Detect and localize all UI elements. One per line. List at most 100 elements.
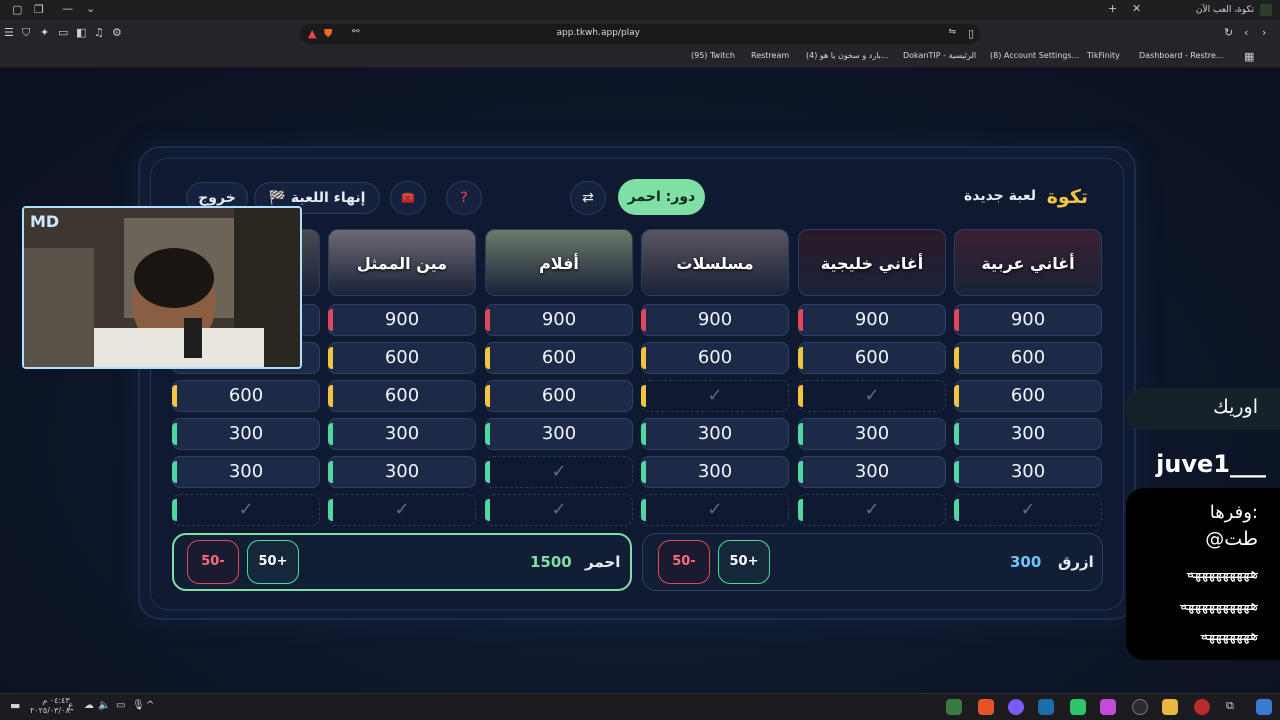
shield-icon[interactable]: ⛉ [22, 27, 30, 38]
swap-icon: ⇄ [582, 190, 594, 206]
question-tile[interactable]: 600 [328, 342, 476, 374]
question-icon: ? [460, 190, 468, 206]
question-tile[interactable]: 300 [641, 418, 789, 450]
apps-grid-icon[interactable]: ▦ [1244, 51, 1254, 62]
question-tile[interactable]: 900 [328, 304, 476, 336]
help-button[interactable]: ? [446, 181, 482, 215]
chat-message: اوريك [1213, 396, 1258, 418]
category-gulf-songs[interactable]: أغاني خليجية [798, 229, 946, 296]
chevron-down-icon[interactable]: ⌄ [86, 3, 95, 14]
question-tile[interactable]: 300 [328, 456, 476, 488]
menu-icon[interactable]: ☰ [4, 27, 14, 38]
tile-answered: ✓ [641, 494, 789, 526]
brave-shield-icon[interactable]: ⛊ [324, 28, 332, 39]
bookmark-youtube[interactable]: (4) بارد و سخون یا هو... [806, 51, 889, 60]
question-tile[interactable]: 600 [485, 342, 633, 374]
volume-icon[interactable]: 🔈 [98, 700, 110, 711]
question-tile[interactable]: 300 [798, 456, 946, 488]
tune-icon[interactable]: ⇋ [948, 28, 956, 37]
question-tile[interactable]: 900 [798, 304, 946, 336]
question-tile[interactable]: 300 [798, 418, 946, 450]
app-icon[interactable] [946, 699, 962, 715]
reload-icon[interactable]: ↻ [1224, 27, 1233, 38]
tile-answered: ✓ [798, 380, 946, 412]
question-tile[interactable]: 300 [328, 418, 476, 450]
chat-bubble: وفرها: @طت هههههههههه ههههههههههه هههههه… [1126, 488, 1280, 660]
bookmark-twitch[interactable]: (95) Twitch [691, 51, 735, 60]
site-info-icon[interactable]: ⚯ [352, 28, 360, 37]
category-arabic-songs[interactable]: أغاني عربية [954, 229, 1102, 296]
tile-answered: ✓ [485, 494, 633, 526]
minimize-icon[interactable]: — [62, 3, 73, 14]
steam-icon[interactable] [1038, 699, 1054, 715]
network-icon[interactable]: ☁ [84, 700, 94, 711]
close-tab-icon[interactable]: ✕ [1132, 3, 1141, 14]
team-red-plus-button[interactable]: 50+ [247, 540, 299, 584]
language-indicator[interactable]: ع [68, 701, 73, 711]
question-tile[interactable]: 600 [954, 342, 1102, 374]
question-tile[interactable]: 900 [954, 304, 1102, 336]
bookmark-account-settings[interactable]: (8) Account Settings... [990, 51, 1079, 60]
app-icon[interactable] [1194, 699, 1210, 715]
bookmark-restream[interactable]: Restream [751, 51, 789, 60]
bookmark-tikfinity[interactable]: TikFinity [1087, 51, 1120, 60]
start-icon[interactable] [1256, 699, 1272, 715]
app-icon[interactable] [1008, 699, 1024, 715]
webcam-scene [24, 208, 300, 367]
new-tab-icon[interactable]: + [1108, 3, 1117, 14]
clock[interactable]: ٠٤:٤٣ م ٢٠٢٥/٠٣/٠٨ [30, 696, 70, 716]
puzzle-icon[interactable]: ⚙ [112, 27, 122, 38]
team-blue-plus-button[interactable]: 50+ [718, 540, 770, 584]
address-bar[interactable]: ▲ ⛊ ⚯ app.tkwh.app/play ▯ ⇋ [300, 24, 980, 44]
tab-title[interactable]: تكوة، العب الآن [1196, 5, 1254, 15]
team-blue-minus-button[interactable]: 50- [658, 540, 710, 584]
lifeline-button[interactable]: 🧰 [390, 181, 426, 215]
extensions-icon[interactable]: ✦ [40, 27, 49, 38]
folder-icon[interactable] [1162, 699, 1178, 715]
question-tile[interactable]: 300 [954, 418, 1102, 450]
question-tile[interactable]: 600 [172, 380, 320, 412]
task-view-icon[interactable]: ⧉ [1226, 699, 1242, 715]
swap-turn-button[interactable]: ⇄ [570, 181, 606, 215]
chat-username: juve1___ [1156, 450, 1266, 478]
category-series[interactable]: مسلسلات [641, 229, 789, 296]
sidebar-icon[interactable]: ◧ [76, 27, 86, 38]
team-red-minus-button[interactable]: 50- [187, 540, 239, 584]
question-tile[interactable]: 600 [641, 342, 789, 374]
chat-bubble: اوريك [1126, 388, 1280, 430]
forward-icon[interactable]: › [1262, 27, 1266, 38]
question-tile[interactable]: 300 [172, 418, 320, 450]
mic-icon[interactable]: 🎙 [132, 700, 145, 711]
question-tile[interactable]: 600 [328, 380, 476, 412]
brave-icon[interactable] [978, 699, 994, 715]
music-icon[interactable]: ♫ [94, 27, 104, 38]
wallet-icon[interactable]: ▭ [58, 27, 68, 38]
question-tile[interactable]: 900 [485, 304, 633, 336]
new-game-button[interactable]: لعبة جديدة [964, 188, 1036, 204]
display-icon[interactable]: ▭ [116, 700, 125, 711]
brand-logo: تكوة [1046, 186, 1088, 208]
question-tile[interactable]: 300 [954, 456, 1102, 488]
category-movies[interactable]: أفلام [485, 229, 633, 296]
window-menu-icon[interactable]: ▢ [12, 4, 22, 15]
question-tile[interactable]: 300 [485, 418, 633, 450]
question-tile[interactable]: 600 [485, 380, 633, 412]
category-who-actor[interactable]: مين الممثل [328, 229, 476, 296]
question-tile[interactable]: 900 [641, 304, 789, 336]
app-icon[interactable] [1070, 699, 1086, 715]
copilot-icon[interactable] [1100, 699, 1116, 715]
question-tile[interactable]: 600 [798, 342, 946, 374]
question-tile[interactable]: 300 [641, 456, 789, 488]
restore-icon[interactable]: ❐ [34, 4, 44, 15]
chat-line: هههههههه [1200, 626, 1258, 644]
back-icon[interactable]: ‹ [1244, 27, 1248, 38]
show-desktop-icon[interactable]: ▬ [10, 699, 20, 712]
bookmark-icon[interactable]: ▯ [968, 28, 974, 39]
bookmark-dokantip[interactable]: DokanTIP - الرئيسية [903, 51, 976, 60]
chevron-up-icon[interactable]: ^ [146, 700, 154, 711]
url-text: app.tkwh.app/play [556, 28, 641, 38]
bookmark-dashboard[interactable]: Dashboard - Restre... [1139, 51, 1223, 60]
question-tile[interactable]: 600 [954, 380, 1102, 412]
question-tile[interactable]: 300 [172, 456, 320, 488]
obs-icon[interactable] [1132, 699, 1148, 715]
